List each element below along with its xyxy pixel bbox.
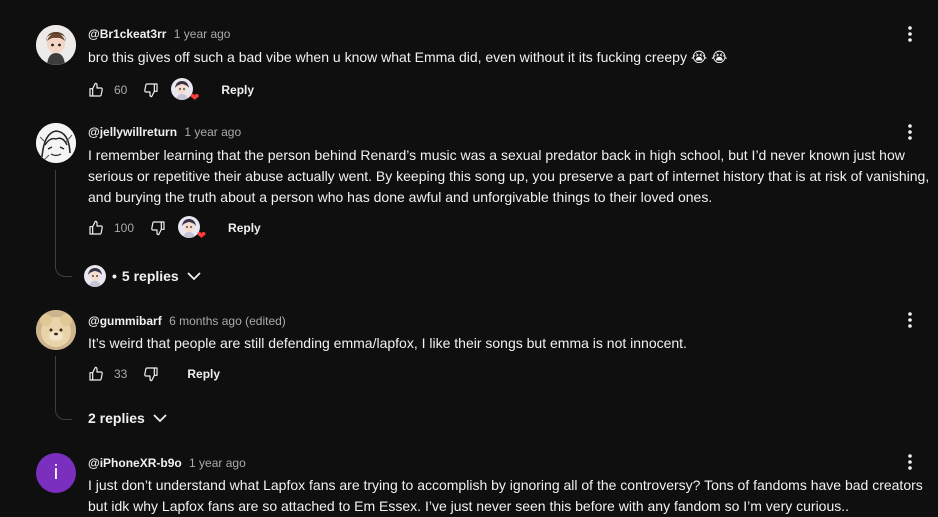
comment-line: and burying the truth about a person who… <box>88 189 713 205</box>
comment-author[interactable]: @Br1ckeat3rr <box>88 27 166 41</box>
comment-line: but idk why Lapfox fans are so attached … <box>88 498 850 514</box>
comment-author[interactable]: @iPhoneXR-b9o <box>88 456 182 470</box>
comment-text: bro this gives off such a bad vibe when … <box>88 47 727 67</box>
comment-meta: @jellywillreturn 1 year ago <box>88 125 241 139</box>
more-vert-icon[interactable] <box>902 308 918 332</box>
replies-count-label: 2 replies <box>88 410 145 426</box>
avatar[interactable] <box>36 123 76 163</box>
avatar[interactable] <box>36 310 76 350</box>
comment-time[interactable]: 1 year ago <box>189 456 246 470</box>
comment-time[interactable]: 6 months ago (edited) <box>169 314 286 328</box>
thumb-down-icon[interactable] <box>148 218 168 238</box>
comment-time[interactable]: 1 year ago <box>184 125 241 139</box>
thread-connector <box>55 356 72 420</box>
avatar-letter: i <box>53 461 59 484</box>
like-count: 33 <box>114 367 128 381</box>
comment-meta: @Br1ckeat3rr 1 year ago <box>88 27 230 41</box>
creator-heart: ❤ <box>171 78 200 104</box>
replier-avatar <box>84 265 106 287</box>
comment-line: bro this gives off such a bad vibe when … <box>88 49 728 65</box>
comment-actions: 60 ❤ Reply <box>86 78 254 104</box>
thumb-up-icon[interactable] <box>86 80 106 100</box>
replies-count-label: 5 replies <box>121 268 179 284</box>
reply-button[interactable]: Reply <box>187 367 220 381</box>
more-vert-icon[interactable] <box>902 22 918 46</box>
more-vert-icon[interactable] <box>902 450 918 474</box>
thread-connector <box>55 170 72 277</box>
chevron-down-icon <box>187 271 201 281</box>
replies-toggle[interactable]: • 5 replies <box>84 265 201 287</box>
comment-text: It’s weird that people are still defendi… <box>88 333 687 353</box>
thumb-up-icon[interactable] <box>86 364 106 384</box>
replies-bullet: • <box>112 268 117 284</box>
comment-line: serious or repetitive their abuse actual… <box>88 168 930 184</box>
comment-author[interactable]: @gummibarf <box>88 314 162 328</box>
comment-line: It’s weird that people are still defendi… <box>88 335 687 351</box>
reply-button[interactable]: Reply <box>228 221 261 235</box>
comment-time[interactable]: 1 year ago <box>174 27 231 41</box>
chevron-down-icon <box>153 413 167 423</box>
avatar[interactable] <box>36 25 76 65</box>
reply-button[interactable]: Reply <box>221 83 254 97</box>
thumb-up-icon[interactable] <box>86 218 106 238</box>
more-vert-icon[interactable] <box>902 120 918 144</box>
thumb-down-icon[interactable] <box>141 364 161 384</box>
heart-icon: ❤ <box>196 230 207 242</box>
creator-heart: ❤ <box>178 216 207 242</box>
comment-author[interactable]: @jellywillreturn <box>88 125 177 139</box>
like-count: 60 <box>114 83 128 97</box>
replies-toggle[interactable]: 2 replies <box>88 410 167 426</box>
comment-actions: 100 ❤ Reply <box>86 216 261 242</box>
comment-text: I just don’t understand what Lapfox fans… <box>88 475 923 517</box>
comment-meta: @gummibarf 6 months ago (edited) <box>88 314 286 328</box>
heart-icon: ❤ <box>190 92 200 104</box>
comment-meta: @iPhoneXR-b9o 1 year ago <box>88 456 246 470</box>
thumb-down-icon[interactable] <box>141 80 161 100</box>
comment-text: I remember learning that the person behi… <box>88 145 929 208</box>
comment-line: I remember learning that the person behi… <box>88 147 905 163</box>
comment-actions: 33 Reply <box>86 362 220 386</box>
like-count: 100 <box>114 221 135 235</box>
avatar[interactable]: i <box>36 453 76 493</box>
comment-line: I just don’t understand what Lapfox fans… <box>88 477 923 493</box>
